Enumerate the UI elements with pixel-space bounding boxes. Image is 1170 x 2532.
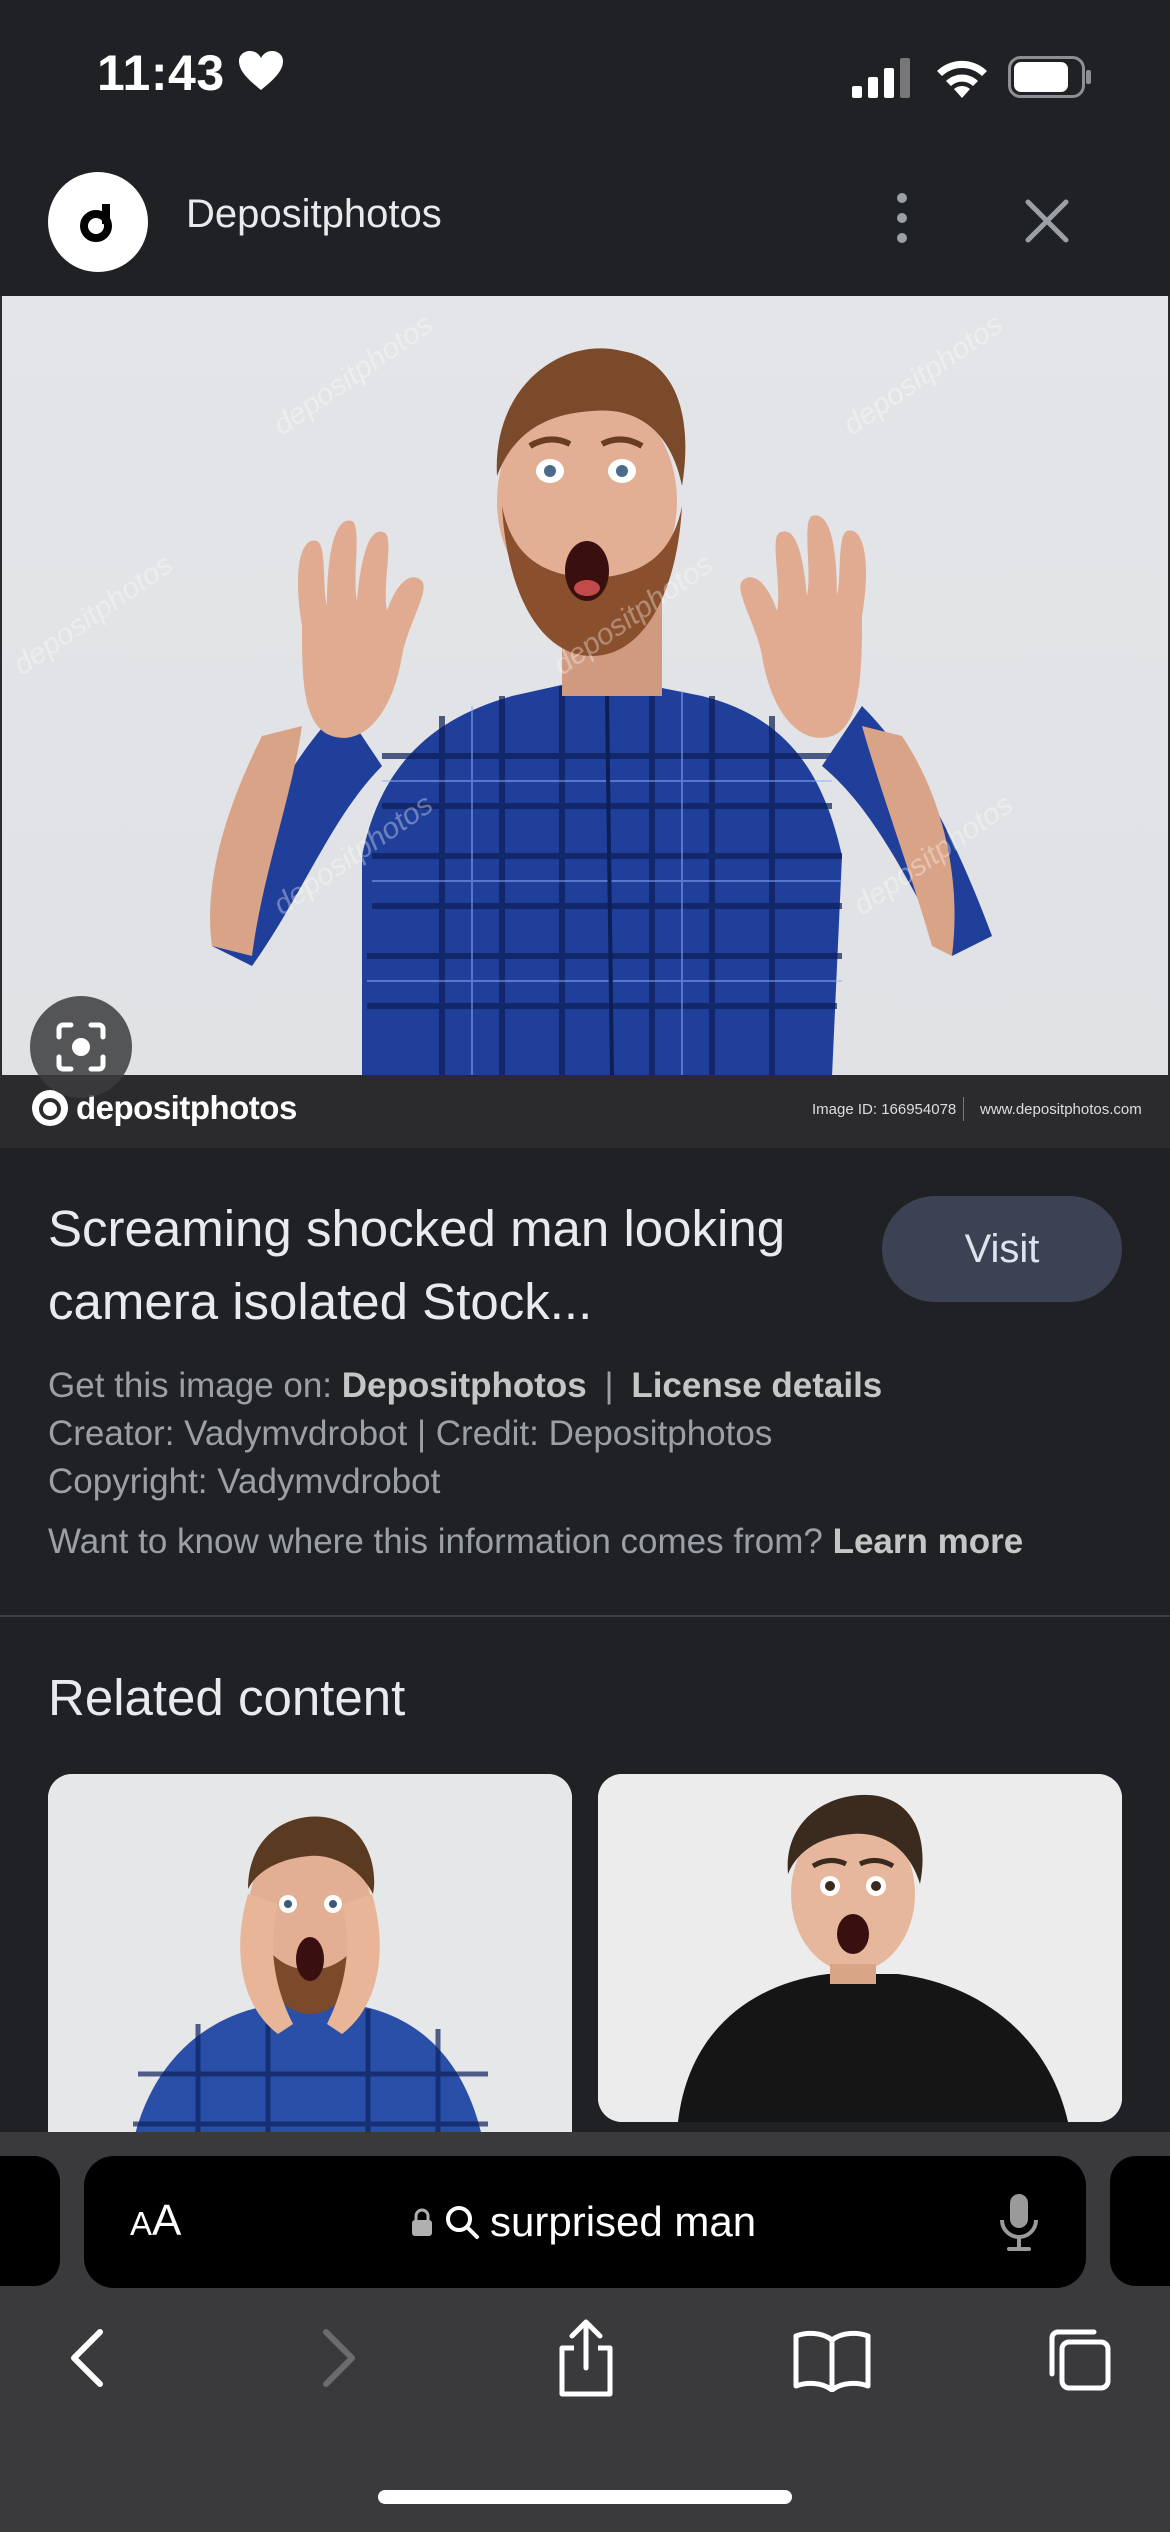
related-thumbnail[interactable] [48, 1774, 572, 2174]
svg-text:depositphotos: depositphotos [267, 308, 439, 442]
creator-line: Creator: Vadymvdrobot | Credit: Depositp… [48, 1414, 773, 1453]
section-divider [0, 1615, 1170, 1617]
aa-big-label: A [152, 2196, 182, 2245]
signal-icon [852, 58, 910, 98]
next-tab-preview[interactable] [1110, 2156, 1170, 2286]
site-name[interactable]: Depositphotos [186, 192, 442, 237]
lock-icon [412, 2208, 432, 2236]
copyright-line: Copyright: Vadymvdrobot [48, 1462, 441, 1501]
share-icon [559, 2319, 613, 2397]
related-image-hands-on-face [48, 1774, 572, 2174]
license-details-link[interactable]: License details [631, 1366, 882, 1405]
separator: | [604, 1366, 614, 1405]
depositphotos-logo-icon [80, 204, 112, 242]
search-icon [446, 2206, 479, 2239]
source-link[interactable]: Depositphotos [342, 1366, 587, 1405]
visit-button[interactable]: Visit [882, 1196, 1122, 1302]
home-indicator [378, 2490, 792, 2504]
forward-button[interactable] [302, 2320, 374, 2396]
learn-more-link[interactable]: Learn more [833, 1522, 1024, 1561]
reader-options-button[interactable]: AA [130, 2196, 181, 2246]
image-id: Image ID: 166954078 [812, 1101, 957, 1118]
wifi-icon [937, 60, 987, 98]
related-image-black-tshirt [598, 1774, 1122, 2122]
watermark-url: www.depositphotos.com [980, 1101, 1142, 1118]
bookmarks-button[interactable] [790, 2324, 874, 2396]
app-header [0, 150, 1170, 296]
heart-icon [239, 51, 283, 90]
tabs-button[interactable] [1040, 2322, 1116, 2398]
back-button[interactable] [52, 2320, 124, 2396]
get-image-prefix: Get this image on: [48, 1366, 333, 1405]
main-image[interactable]: depositphotos depositphotos depositphoto… [0, 296, 1170, 1148]
source-line: Get this image on: Depositphotos | Licen… [48, 1366, 882, 1406]
svg-text:depositphotos: depositphotos [837, 308, 1009, 442]
info-question: Want to know where this information come… [48, 1522, 823, 1561]
chevron-right-icon [323, 2329, 355, 2387]
share-button[interactable] [548, 2316, 624, 2400]
watermark-divider [963, 1097, 964, 1121]
svg-text:depositphotos: depositphotos [7, 548, 179, 682]
url-field[interactable]: surprised man [410, 2198, 756, 2246]
battery-icon [1008, 56, 1091, 98]
aa-small-label: A [130, 2205, 153, 2242]
book-icon [793, 2330, 871, 2392]
watermark-brand: depositphotos [76, 1089, 297, 1126]
lens-button[interactable] [30, 996, 132, 1098]
chevron-left-icon [71, 2329, 103, 2387]
related-content-title: Related content [48, 1669, 406, 1726]
tabs-icon [1049, 2329, 1111, 2391]
site-logo[interactable] [48, 172, 148, 272]
previous-tab-preview[interactable] [0, 2156, 60, 2286]
result-title[interactable]: Screaming shocked man looking camera iso… [48, 1192, 868, 1338]
microphone-icon[interactable] [996, 2192, 1042, 2254]
url-text: surprised man [490, 2198, 757, 2245]
info-source-line: Want to know where this information come… [48, 1522, 1023, 1562]
status-time: 11:43 [97, 45, 225, 101]
related-thumbnail[interactable] [598, 1774, 1122, 2122]
more-options-icon[interactable] [882, 188, 922, 248]
shocked-man-photo: depositphotos depositphotos depositphoto… [7, 308, 1019, 1077]
lens-icon [56, 1022, 106, 1072]
close-icon[interactable] [1016, 190, 1078, 252]
